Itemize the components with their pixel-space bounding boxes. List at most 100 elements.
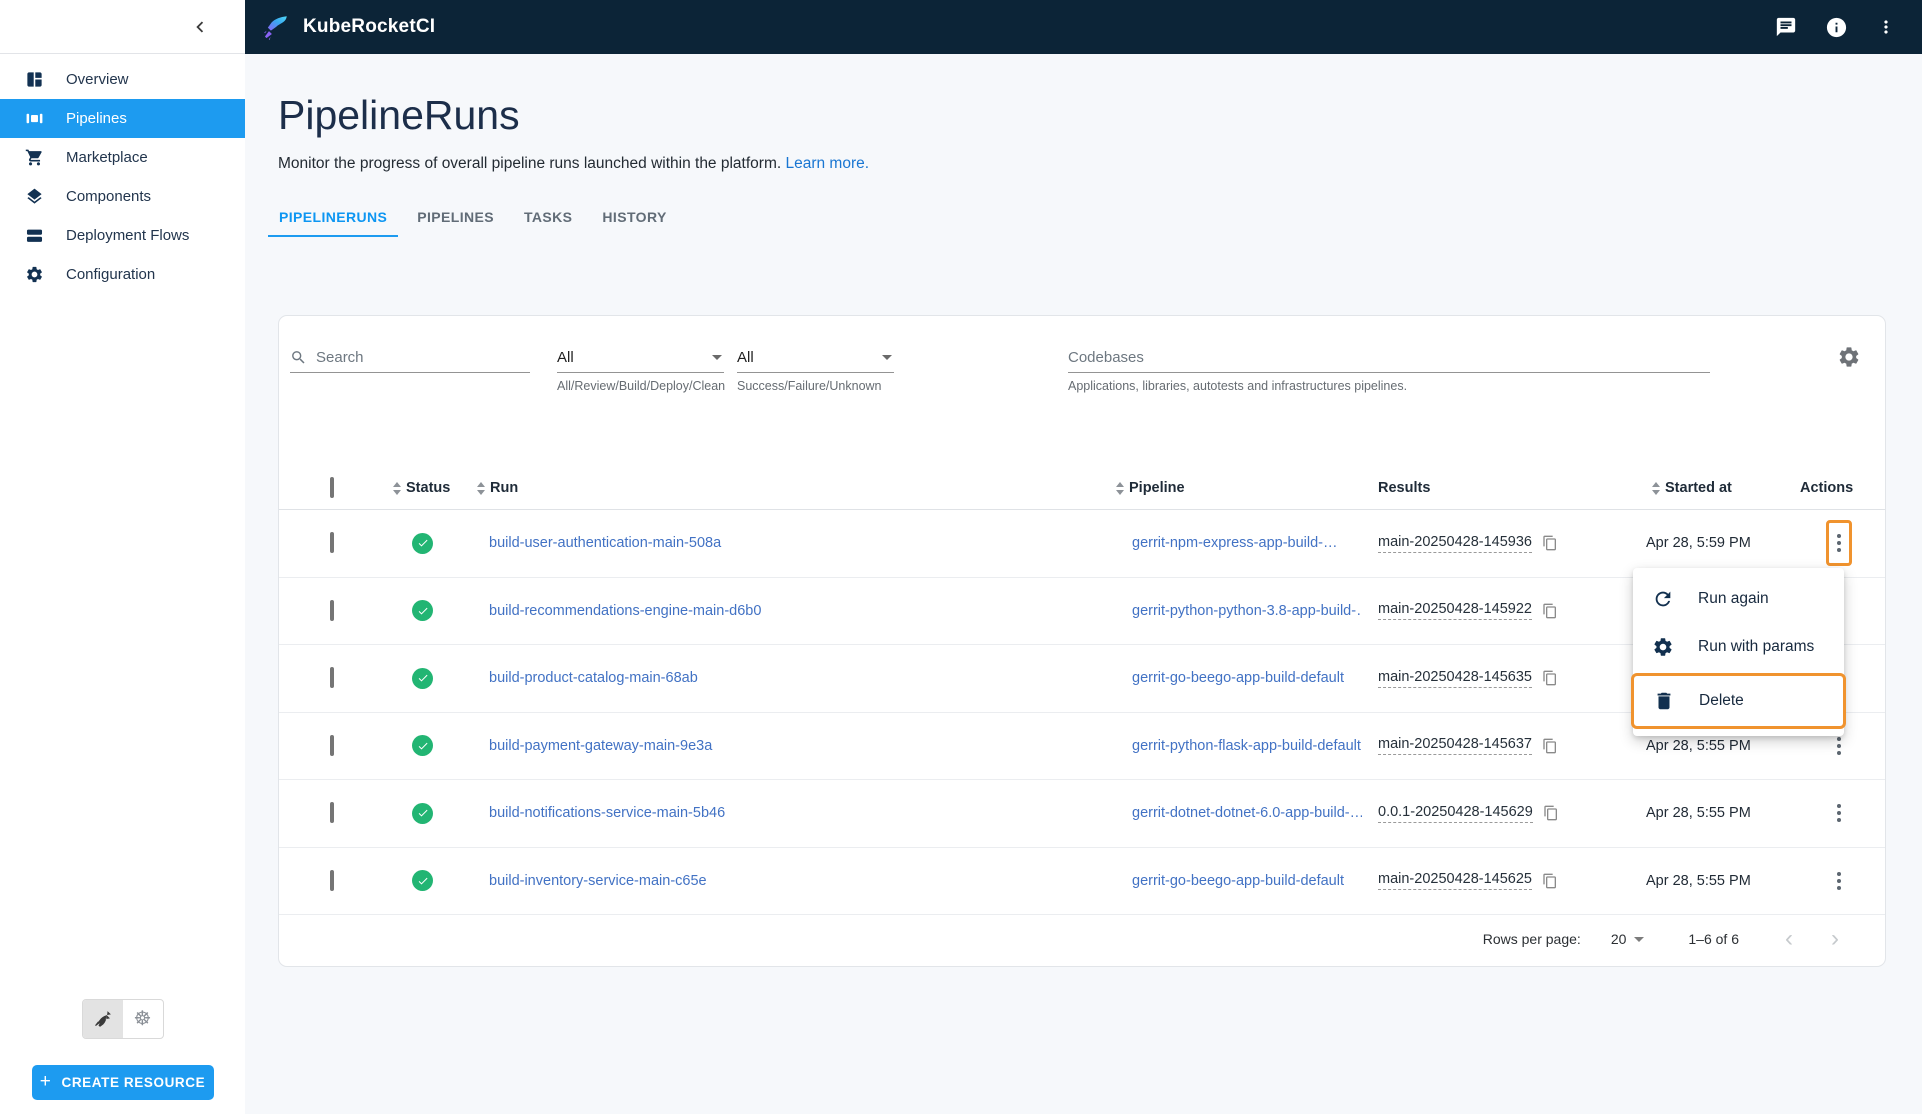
pipeline-link[interactable]: gerrit-npm-express-app-build-… — [1132, 535, 1338, 551]
pipeline-link[interactable]: gerrit-dotnet-dotnet-6.0-app-build-… — [1132, 805, 1362, 821]
status-helper: Success/Failure/Unknown — [737, 379, 882, 393]
copy-icon[interactable] — [1542, 535, 1558, 551]
page-description: Monitor the progress of overall pipeline… — [278, 155, 1922, 173]
copy-icon[interactable] — [1543, 805, 1559, 821]
sidebar-item-pipelines[interactable]: Pipelines — [0, 99, 245, 138]
codebases-input[interactable] — [1068, 349, 1710, 366]
row-checkbox[interactable] — [330, 667, 334, 689]
menu-item-run-again[interactable]: Run again — [1633, 575, 1844, 623]
pipeline-link[interactable]: gerrit-python-flask-app-build-default — [1132, 738, 1361, 754]
pipeline-type-select-control[interactable]: All — [557, 343, 724, 373]
column-header-status[interactable]: Status — [363, 480, 477, 496]
row-checkbox[interactable] — [330, 734, 334, 756]
menu-item-delete[interactable]: Delete — [1634, 676, 1843, 726]
result-value: main-20250428-145635 — [1378, 669, 1532, 688]
pipeline-link[interactable]: gerrit-go-beego-app-build-default — [1132, 873, 1344, 889]
column-header-pipeline[interactable]: Pipeline — [1116, 480, 1362, 496]
sidebar-item-components[interactable]: Components — [0, 177, 245, 216]
rows-per-page-select[interactable]: 20 — [1611, 931, 1647, 947]
view-toggle-group: ☸ — [81, 999, 164, 1039]
next-page-icon[interactable]: › — [1823, 925, 1847, 952]
pipelines-icon — [24, 109, 44, 129]
header-label: Actions — [1800, 480, 1854, 496]
row-checkbox[interactable] — [330, 802, 334, 824]
kubernetes-toggle-button[interactable]: ☸ — [123, 1000, 163, 1038]
table-settings-gear-icon[interactable] — [1837, 345, 1861, 374]
collapse-sidebar-icon[interactable] — [189, 16, 211, 38]
started-at-value: Apr 28, 5:59 PM — [1646, 535, 1751, 552]
copy-icon[interactable] — [1542, 873, 1558, 889]
result-value: main-20250428-145936 — [1378, 534, 1532, 553]
run-link[interactable]: build-recommendations-engine-main-d6b0 — [489, 603, 761, 619]
status-success-icon — [412, 600, 433, 622]
status-select-control[interactable]: All — [737, 343, 894, 373]
run-link[interactable]: build-payment-gateway-main-9e3a — [489, 738, 712, 754]
tab-pipelines[interactable]: PIPELINES — [406, 203, 505, 237]
row-checkbox[interactable] — [330, 869, 334, 891]
sidebar-item-marketplace[interactable]: Marketplace — [0, 138, 245, 177]
column-header-started-at[interactable]: Started at — [1630, 480, 1790, 496]
tab-bar: PIPELINERUNS PIPELINES TASKS HISTORY — [268, 203, 1922, 237]
status-success-icon — [412, 667, 433, 689]
app-logo: KubeRocketCI — [262, 14, 435, 41]
row-checkbox[interactable] — [330, 532, 334, 554]
header-label: Status — [406, 480, 451, 496]
status-success-icon — [412, 870, 433, 892]
row-actions-highlight — [1825, 520, 1852, 567]
rows-per-page-value: 20 — [1610, 931, 1627, 947]
rocket-icon — [93, 1009, 113, 1029]
column-header-run[interactable]: Run — [477, 480, 1116, 496]
page-description-text: Monitor the progress of overall pipeline… — [278, 155, 782, 172]
started-at-value: Apr 28, 5:55 PM — [1646, 805, 1751, 822]
row-actions-kebab-icon[interactable] — [1830, 864, 1848, 898]
chevron-down-icon — [1634, 936, 1645, 942]
sidebar-item-deployment-flows[interactable]: Deployment Flows — [0, 216, 245, 255]
run-link[interactable]: build-user-authentication-main-508a — [489, 535, 721, 551]
select-all-checkbox[interactable] — [330, 477, 334, 498]
sidebar-item-label: Overview — [66, 71, 129, 88]
row-checkbox[interactable] — [330, 599, 334, 621]
copy-icon[interactable] — [1542, 738, 1558, 754]
dashboard-icon — [24, 70, 44, 90]
sidebar: Overview Pipelines Marketplace Component… — [0, 0, 245, 1114]
row-actions-kebab-icon[interactable] — [1830, 526, 1848, 560]
row-actions-kebab-icon[interactable] — [1830, 796, 1848, 830]
result-value: main-20250428-145922 — [1378, 601, 1532, 621]
kebab-menu-icon[interactable] — [1872, 13, 1900, 41]
info-icon[interactable] — [1822, 13, 1850, 41]
result-value: main-20250428-145637 — [1378, 736, 1532, 756]
layers-icon — [24, 187, 44, 207]
header-label: Pipeline — [1129, 480, 1185, 496]
sidebar-item-configuration[interactable]: Configuration — [0, 255, 245, 294]
previous-page-icon[interactable]: ‹ — [1777, 925, 1801, 952]
tab-pipelineruns[interactable]: PIPELINERUNS — [268, 203, 399, 237]
codebases-helper: Applications, libraries, autotests and i… — [1068, 379, 1408, 393]
search-input[interactable] — [316, 349, 530, 366]
started-at-value: Apr 28, 5:55 PM — [1646, 737, 1751, 754]
sidebar-item-label: Components — [66, 188, 152, 205]
rocket-toggle-button[interactable] — [82, 1000, 123, 1038]
create-resource-button[interactable]: + CREATE RESOURCE — [31, 1065, 214, 1100]
run-link[interactable]: build-notifications-service-main-5b46 — [489, 805, 725, 821]
codebases-field: Applications, libraries, autotests and i… — [1068, 343, 1710, 393]
copy-icon[interactable] — [1542, 603, 1558, 619]
row-actions-context-menu: Run again Run with params Delete — [1631, 568, 1846, 736]
run-link[interactable]: build-product-catalog-main-68ab — [489, 670, 698, 686]
copy-icon[interactable] — [1542, 670, 1558, 686]
sidebar-item-overview[interactable]: Overview — [0, 60, 245, 99]
pipeline-type-select: All All/Review/Build/Deploy/Clean — [557, 343, 725, 393]
feedback-chat-icon[interactable] — [1772, 13, 1800, 41]
chevron-down-icon — [712, 355, 722, 360]
menu-item-run-with-params[interactable]: Run with params — [1633, 623, 1844, 671]
pipeline-link[interactable]: gerrit-go-beego-app-build-default — [1132, 670, 1344, 686]
tab-history[interactable]: HISTORY — [591, 203, 677, 237]
status-success-icon — [412, 802, 433, 824]
plus-icon: + — [39, 1071, 52, 1092]
menu-item-label: Delete — [1699, 692, 1744, 709]
learn-more-link[interactable]: Learn more. — [785, 155, 869, 172]
topbar: KubeRocketCI — [245, 0, 1922, 54]
run-link[interactable]: build-inventory-service-main-c65e — [489, 873, 707, 889]
tab-tasks[interactable]: TASKS — [513, 203, 583, 237]
status-select: All Success/Failure/Unknown — [737, 343, 894, 393]
pipeline-link[interactable]: gerrit-python-python-3.8-app-build-… — [1132, 603, 1362, 619]
